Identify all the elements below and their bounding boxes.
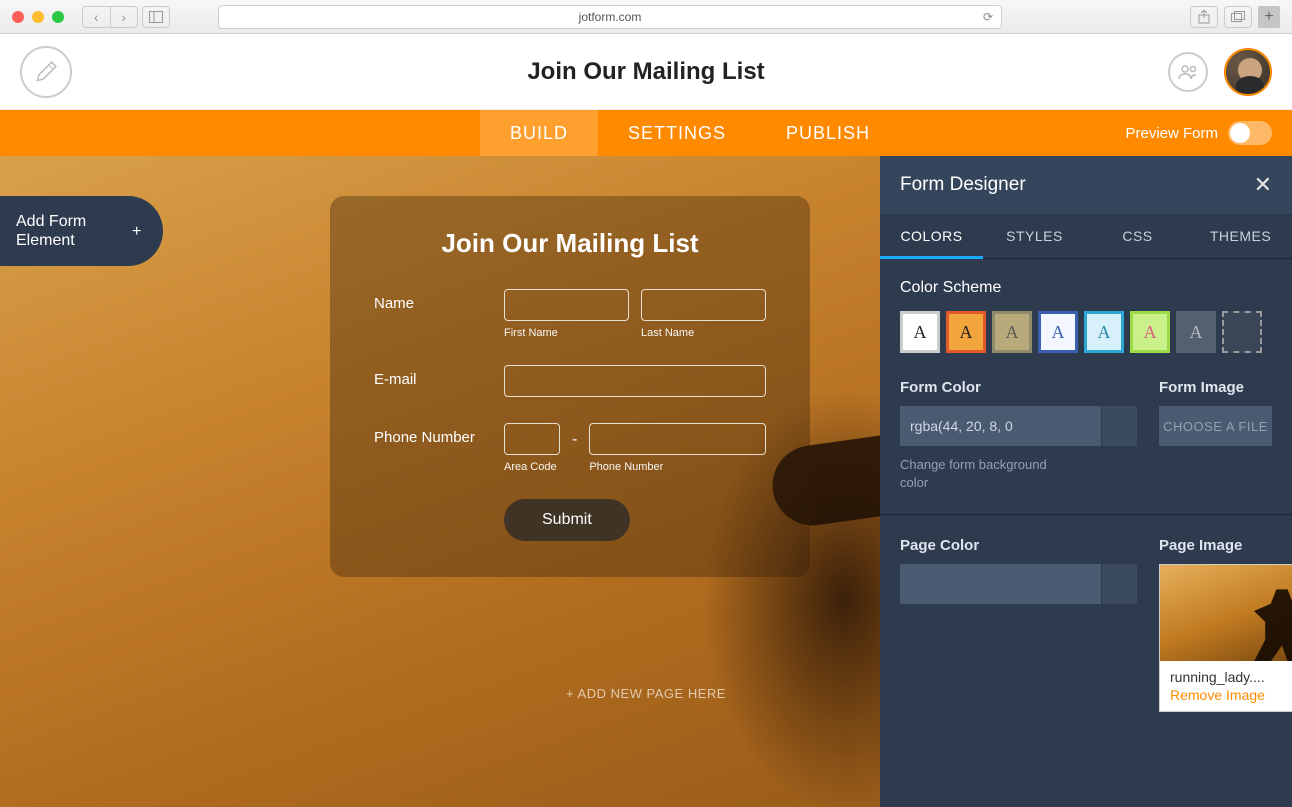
traffic-lights <box>12 11 64 23</box>
form-canvas: Add Form Element + Join Our Mailing List… <box>0 156 1292 807</box>
tabs-icon[interactable] <box>1224 6 1252 28</box>
preview-toggle[interactable] <box>1228 121 1272 145</box>
tab-settings[interactable]: SETTINGS <box>598 110 756 156</box>
phone-number-input[interactable] <box>589 423 766 455</box>
designer-tab-styles[interactable]: STYLES <box>983 214 1086 258</box>
choose-file-button[interactable]: CHOOSE A FILE <box>1159 406 1272 446</box>
label-name: Name <box>374 289 504 312</box>
back-button[interactable]: ‹ <box>83 7 111 27</box>
designer-tab-colors[interactable]: COLORS <box>880 214 983 258</box>
app-logo[interactable] <box>20 46 72 98</box>
window-minimize[interactable] <box>32 11 44 23</box>
label-phone: Phone Number <box>374 423 504 446</box>
color-scheme-swatches: AAAAAAA <box>900 311 1272 353</box>
page-color-input-wrap <box>900 564 1137 604</box>
close-icon[interactable]: ✕ <box>1254 172 1272 198</box>
color-scheme-label: Color Scheme <box>900 279 1272 297</box>
area-code-input[interactable] <box>504 423 560 455</box>
label-email: E-mail <box>374 365 504 388</box>
color-swatch-4[interactable]: A <box>1084 311 1124 353</box>
page-image-filename: running_lady.... <box>1160 661 1292 687</box>
color-swatch-2[interactable]: A <box>992 311 1032 353</box>
tab-publish[interactable]: PUBLISH <box>756 110 900 156</box>
designer-title: Form Designer <box>900 174 1026 196</box>
add-form-element-label: Add Form Element <box>16 212 106 250</box>
share-icon[interactable] <box>1190 6 1218 28</box>
users-icon <box>1177 64 1199 80</box>
designer-tab-css[interactable]: CSS <box>1086 214 1189 258</box>
form-color-label: Form Color <box>900 379 1137 396</box>
form-color-input[interactable] <box>900 406 1101 446</box>
divider <box>880 514 1292 515</box>
tab-build[interactable]: BUILD <box>480 110 598 156</box>
page-color-label: Page Color <box>900 537 1137 554</box>
page-color-chip[interactable] <box>1101 564 1137 604</box>
form-image-label: Form Image <box>1159 379 1272 396</box>
color-swatch-1[interactable]: A <box>946 311 986 353</box>
url-text: jotform.com <box>579 10 642 24</box>
form-color-chip[interactable] <box>1101 406 1137 446</box>
phone-dash: - <box>572 423 577 449</box>
add-form-element-button[interactable]: Add Form Element + <box>0 196 163 266</box>
color-swatch-0[interactable]: A <box>900 311 940 353</box>
add-new-page-button[interactable]: + ADD NEW PAGE HERE <box>566 686 726 701</box>
submit-button[interactable]: Submit <box>504 499 630 541</box>
form-row-name: Name First Name Last Name <box>374 289 766 339</box>
form-designer-panel: Form Designer ✕ COLORS STYLES CSS THEMES… <box>880 156 1292 807</box>
page-image-label: Page Image <box>1159 537 1292 554</box>
reload-icon[interactable]: ⟳ <box>983 10 993 24</box>
page-title: Join Our Mailing List <box>527 58 764 86</box>
window-close[interactable] <box>12 11 24 23</box>
email-input[interactable] <box>504 365 766 397</box>
page-image-card: running_lady.... Remove Image <box>1159 564 1292 712</box>
user-avatar[interactable] <box>1224 48 1272 96</box>
sublabel-last-name: Last Name <box>641 327 766 339</box>
page-image-thumbnail[interactable] <box>1160 565 1292 661</box>
preview-form-label: Preview Form <box>1125 125 1218 142</box>
form-row-email: E-mail <box>374 365 766 397</box>
first-name-input[interactable] <box>504 289 629 321</box>
form-heading: Join Our Mailing List <box>374 228 766 259</box>
sublabel-phone-number: Phone Number <box>589 461 766 473</box>
page-color-input[interactable] <box>900 564 1101 604</box>
collaborators-button[interactable] <box>1168 52 1208 92</box>
browser-chrome: ‹ › jotform.com ⟳ + <box>0 0 1292 34</box>
app-header: Join Our Mailing List <box>0 34 1292 110</box>
color-swatch-6[interactable]: A <box>1176 311 1216 353</box>
form-preview[interactable]: Join Our Mailing List Name First Name La… <box>330 196 810 577</box>
plus-icon: + <box>132 222 141 241</box>
pencil-icon <box>28 53 65 90</box>
color-swatch-custom[interactable] <box>1222 311 1262 353</box>
sublabel-area-code: Area Code <box>504 461 560 473</box>
last-name-input[interactable] <box>641 289 766 321</box>
sidebar-toggle[interactable] <box>142 6 170 28</box>
form-color-hint: Change form background color <box>900 456 1060 492</box>
sublabel-first-name: First Name <box>504 327 629 339</box>
form-color-input-wrap <box>900 406 1137 446</box>
color-swatch-3[interactable]: A <box>1038 311 1078 353</box>
new-tab-button[interactable]: + <box>1258 6 1280 28</box>
designer-tab-themes[interactable]: THEMES <box>1189 214 1292 258</box>
forward-button[interactable]: › <box>111 7 138 27</box>
main-nav: BUILD SETTINGS PUBLISH Preview Form <box>0 110 1292 156</box>
window-zoom[interactable] <box>52 11 64 23</box>
form-row-phone: Phone Number Area Code - Phone Number <box>374 423 766 473</box>
remove-image-link[interactable]: Remove Image <box>1160 687 1292 711</box>
color-swatch-5[interactable]: A <box>1130 311 1170 353</box>
url-bar[interactable]: jotform.com ⟳ <box>218 5 1002 29</box>
